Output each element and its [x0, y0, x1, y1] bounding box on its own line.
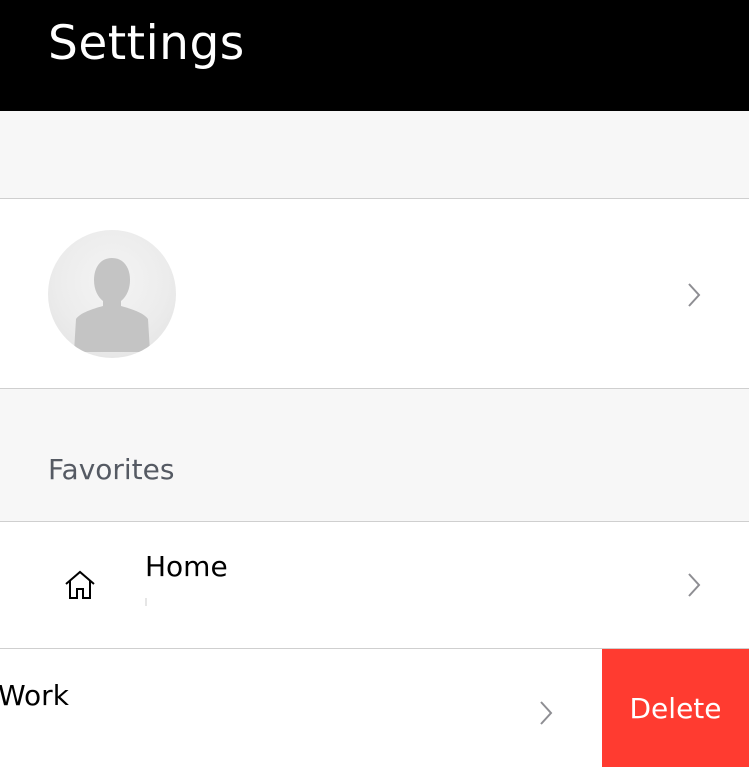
page-title: Settings	[48, 16, 245, 71]
favorite-item-work[interactable]: Work Delete	[0, 649, 749, 767]
favorite-label-work: Work	[0, 679, 69, 712]
person-silhouette-icon	[74, 258, 150, 352]
avatar	[48, 230, 176, 358]
delete-button[interactable]: Delete	[602, 649, 749, 767]
section-title: Favorites	[48, 453, 175, 486]
app-header: Settings	[0, 0, 749, 111]
chevron-right-icon	[688, 573, 701, 597]
favorite-label-home: Home	[145, 550, 228, 583]
profile-row[interactable]	[0, 199, 749, 389]
chevron-right-icon	[688, 283, 701, 307]
favorites-section-header: Favorites	[0, 389, 749, 522]
home-icon	[65, 570, 95, 599]
favorite-sublabel-home	[145, 598, 147, 606]
chevron-right-icon	[540, 701, 553, 725]
top-spacer-band	[0, 111, 749, 199]
favorite-item-home[interactable]: Home	[0, 522, 749, 649]
